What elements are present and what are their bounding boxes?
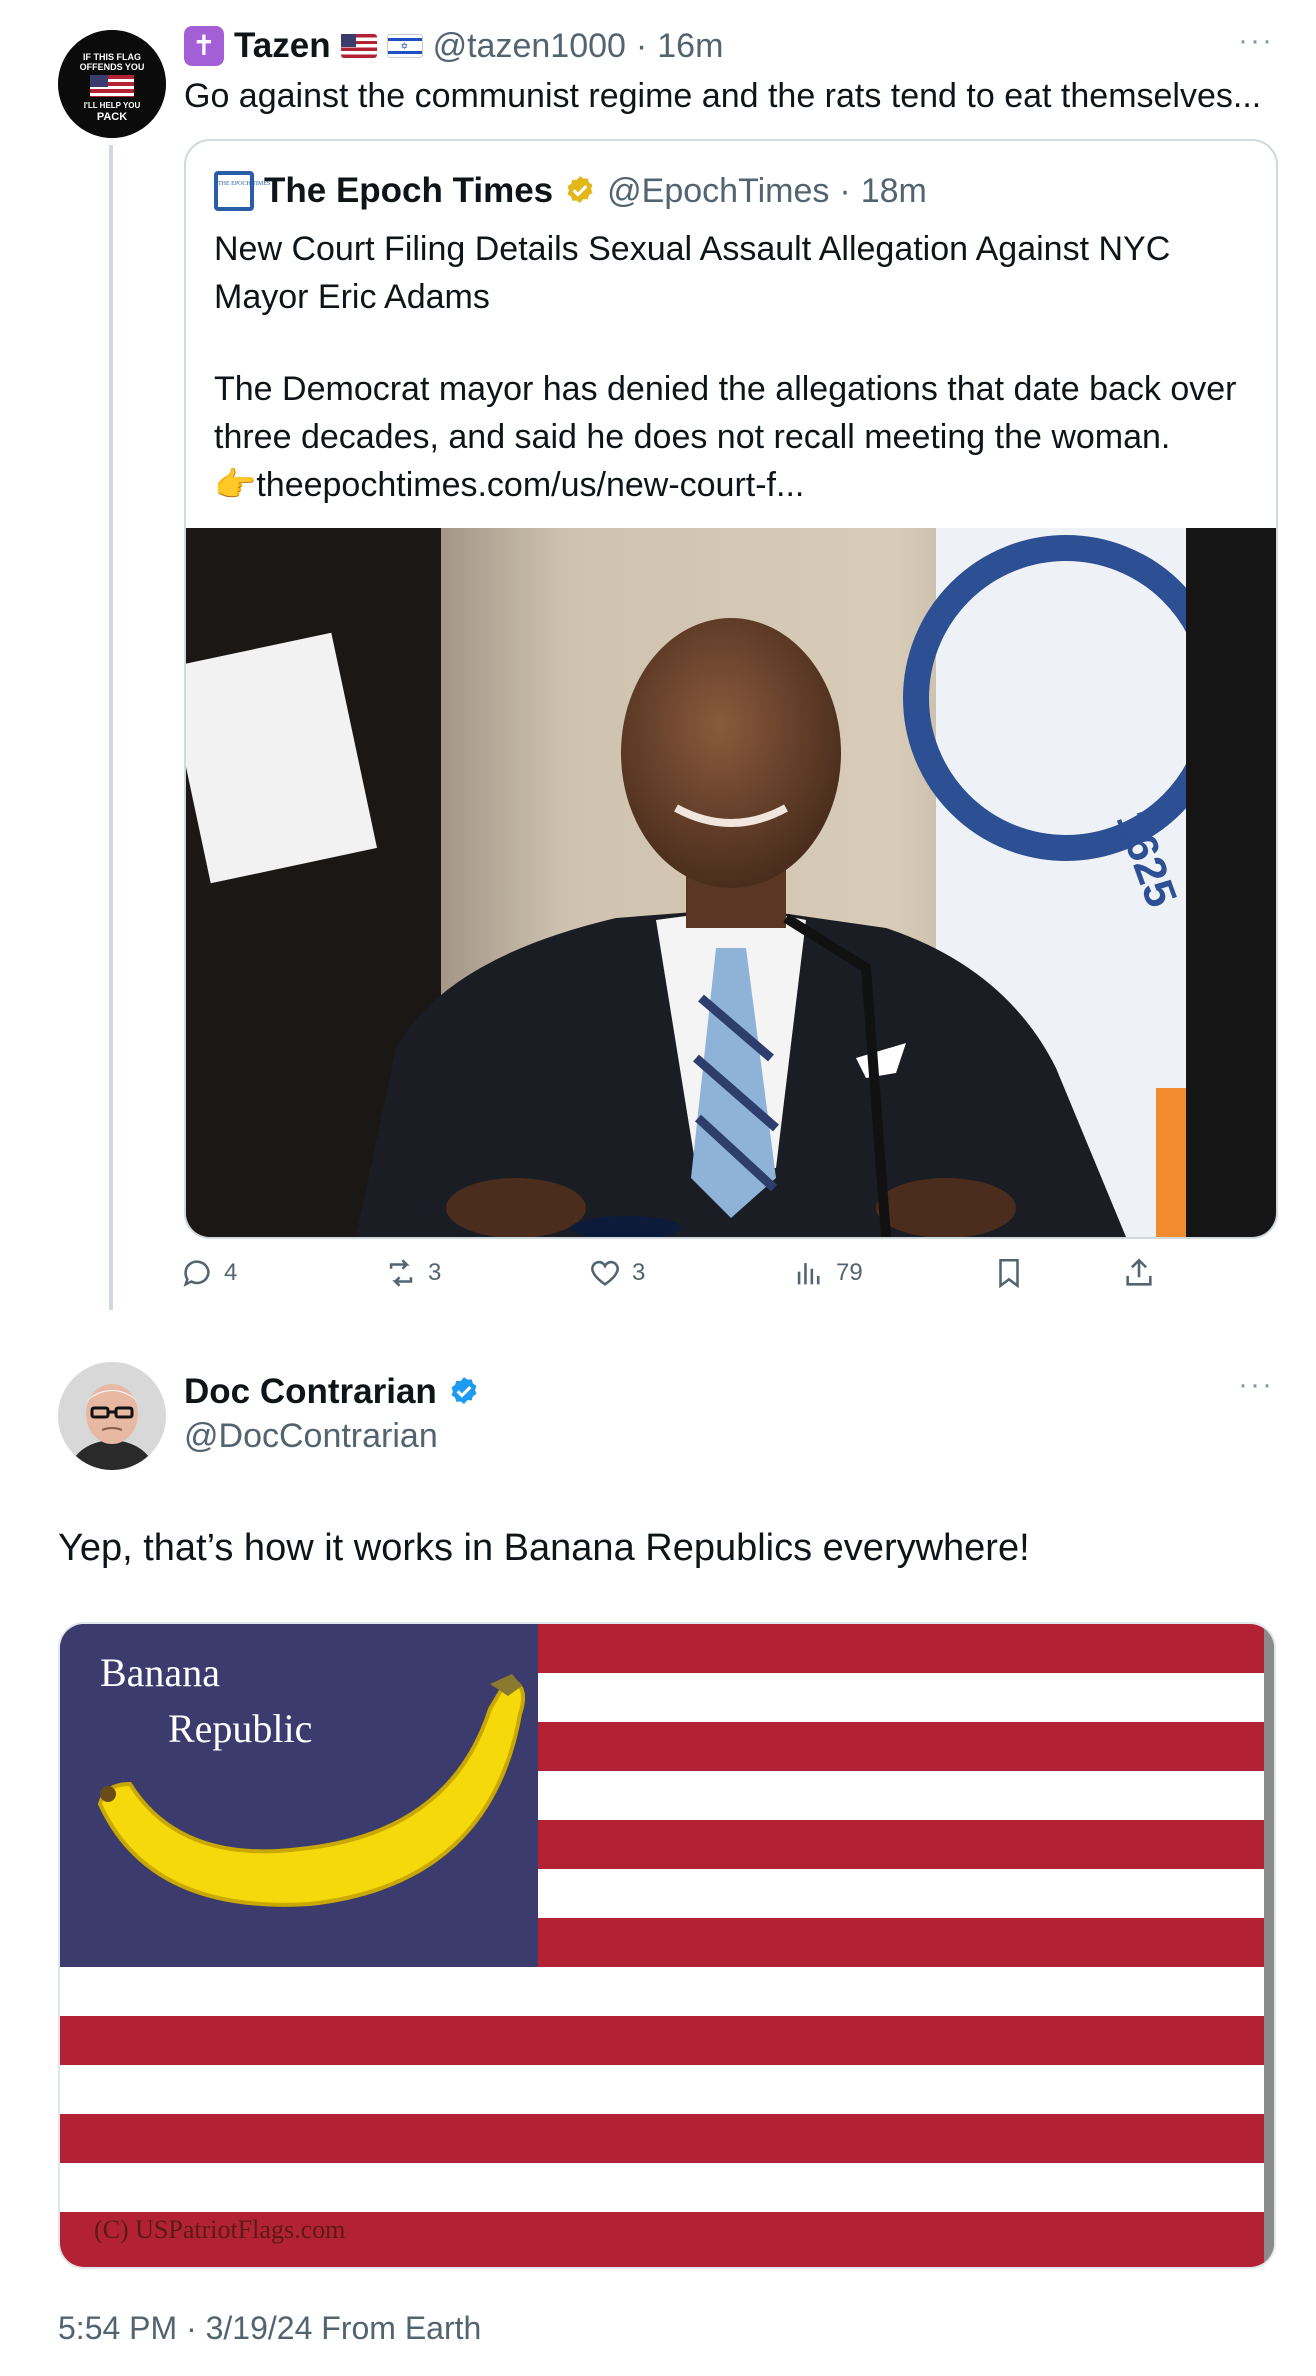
reply-icon (183, 1260, 210, 1287)
tazen-tweet-text: Go against the communist regime and the … (184, 77, 1262, 115)
doc-name[interactable]: Doc Contrarian (184, 1372, 437, 1412)
us-flag-icon (340, 34, 377, 58)
bookmark-button[interactable] (992, 1256, 1026, 1290)
quote-text: New Court Filing Details Sexual Assault … (214, 225, 1264, 509)
reply-count: 4 (224, 1259, 238, 1286)
pointing-hand-icon: 👉 (214, 466, 257, 504)
share-icon (1126, 1258, 1152, 1286)
like-button[interactable]: 3 (588, 1256, 645, 1290)
avatar-text-4: PACK (97, 111, 127, 123)
epoch-times-logo[interactable]: THE EPOCH TIMES (214, 171, 270, 211)
flag-credit-text: (C) USPatriotFlags.com (94, 2215, 345, 2244)
flag-title-banana: Banana (100, 1650, 220, 1695)
banana-republic-flag-image[interactable]: Banana Republic (C) USPatriotFlags.com (58, 1622, 1276, 2269)
quote-headline-line2: Mayor Eric Adams (214, 278, 490, 316)
views-count: 79 (836, 1259, 863, 1286)
repost-icon (389, 1259, 413, 1287)
repost-count: 3 (428, 1259, 442, 1286)
doc-tweet-text: Yep, that’s how it works in Banana Repub… (58, 1527, 1030, 1569)
bookmark-icon (999, 1258, 1019, 1289)
reply-button[interactable]: 4 (180, 1256, 237, 1290)
separator-dot: · (839, 171, 851, 210)
avatar-text-3: I'LL HELP YOU (84, 101, 141, 110)
news-photo[interactable]: 1625 (186, 528, 1276, 1237)
quote-headline-line1: New Court Filing Details Sexual Assault … (214, 230, 1171, 268)
flag-title-republic: Republic (168, 1706, 312, 1751)
israel-flag-icon: ✡ (386, 34, 423, 58)
share-button[interactable] (1122, 1256, 1156, 1290)
thread-connector-line (109, 145, 113, 1310)
news-photo-graphic: 1625 (186, 528, 1276, 1237)
like-count: 3 (632, 1259, 646, 1286)
cross-emoji-icon: ✝ (184, 26, 224, 66)
tazen-avatar[interactable]: IF THIS FLAG OFFENDS YOU I'LL HELP YOU P… (58, 30, 166, 138)
banana-flag-graphic: Banana Republic (C) USPatriotFlags.com (60, 1624, 1274, 2267)
avatar-text-2: OFFENDS YOU (80, 62, 145, 72)
verified-blue-badge-icon (447, 1375, 481, 1409)
epoch-logo-text: THE EPOCH TIMES (218, 175, 270, 207)
avatar-text-1: IF THIS FLAG (83, 52, 141, 62)
tazen-time[interactable]: 16m (657, 27, 723, 66)
avatar-flag-image: IF THIS FLAG OFFENDS YOU I'LL HELP YOU P… (58, 30, 166, 138)
doc-handle[interactable]: @DocContrarian (184, 1412, 438, 1460)
tazen-handle[interactable]: @tazen1000 (433, 27, 626, 66)
epoch-name[interactable]: The Epoch Times (264, 171, 553, 211)
quoted-tweet-card[interactable]: THE EPOCH TIMES The Epoch Times @EpochTi… (184, 139, 1278, 1239)
quote-body-line2: three decades, and said he does not reca… (214, 418, 1171, 456)
quote-link[interactable]: theepochtimes.com/us/new-court-f... (256, 466, 804, 504)
repost-button[interactable]: 3 (384, 1256, 441, 1290)
doc-timestamp[interactable]: 5:54 PM · 3/19/24 From Earth (58, 2306, 481, 2350)
tazen-name[interactable]: Tazen (234, 26, 331, 66)
quote-body-line1: The Democrat mayor has denied the allega… (214, 370, 1237, 408)
doc-contrarian-avatar[interactable] (58, 1362, 166, 1470)
separator-dot: · (635, 26, 648, 65)
tazen-header: ✝ Tazen ✡ @tazen1000 · 16m (184, 22, 723, 70)
verified-gold-badge-icon (563, 174, 597, 208)
views-button[interactable]: 79 (792, 1256, 863, 1290)
epoch-header: THE EPOCH TIMES The Epoch Times @EpochTi… (214, 167, 927, 215)
heart-icon (591, 1260, 619, 1286)
views-chart-icon (797, 1263, 820, 1285)
doc-more-button[interactable]: ··· (1238, 1368, 1274, 1402)
doc-header: Doc Contrarian (184, 1368, 481, 1416)
tazen-more-button[interactable]: ··· (1238, 24, 1274, 58)
epoch-time[interactable]: 18m (861, 172, 927, 211)
epoch-handle[interactable]: @EpochTimes (607, 172, 829, 211)
avatar-portrait (58, 1362, 166, 1470)
